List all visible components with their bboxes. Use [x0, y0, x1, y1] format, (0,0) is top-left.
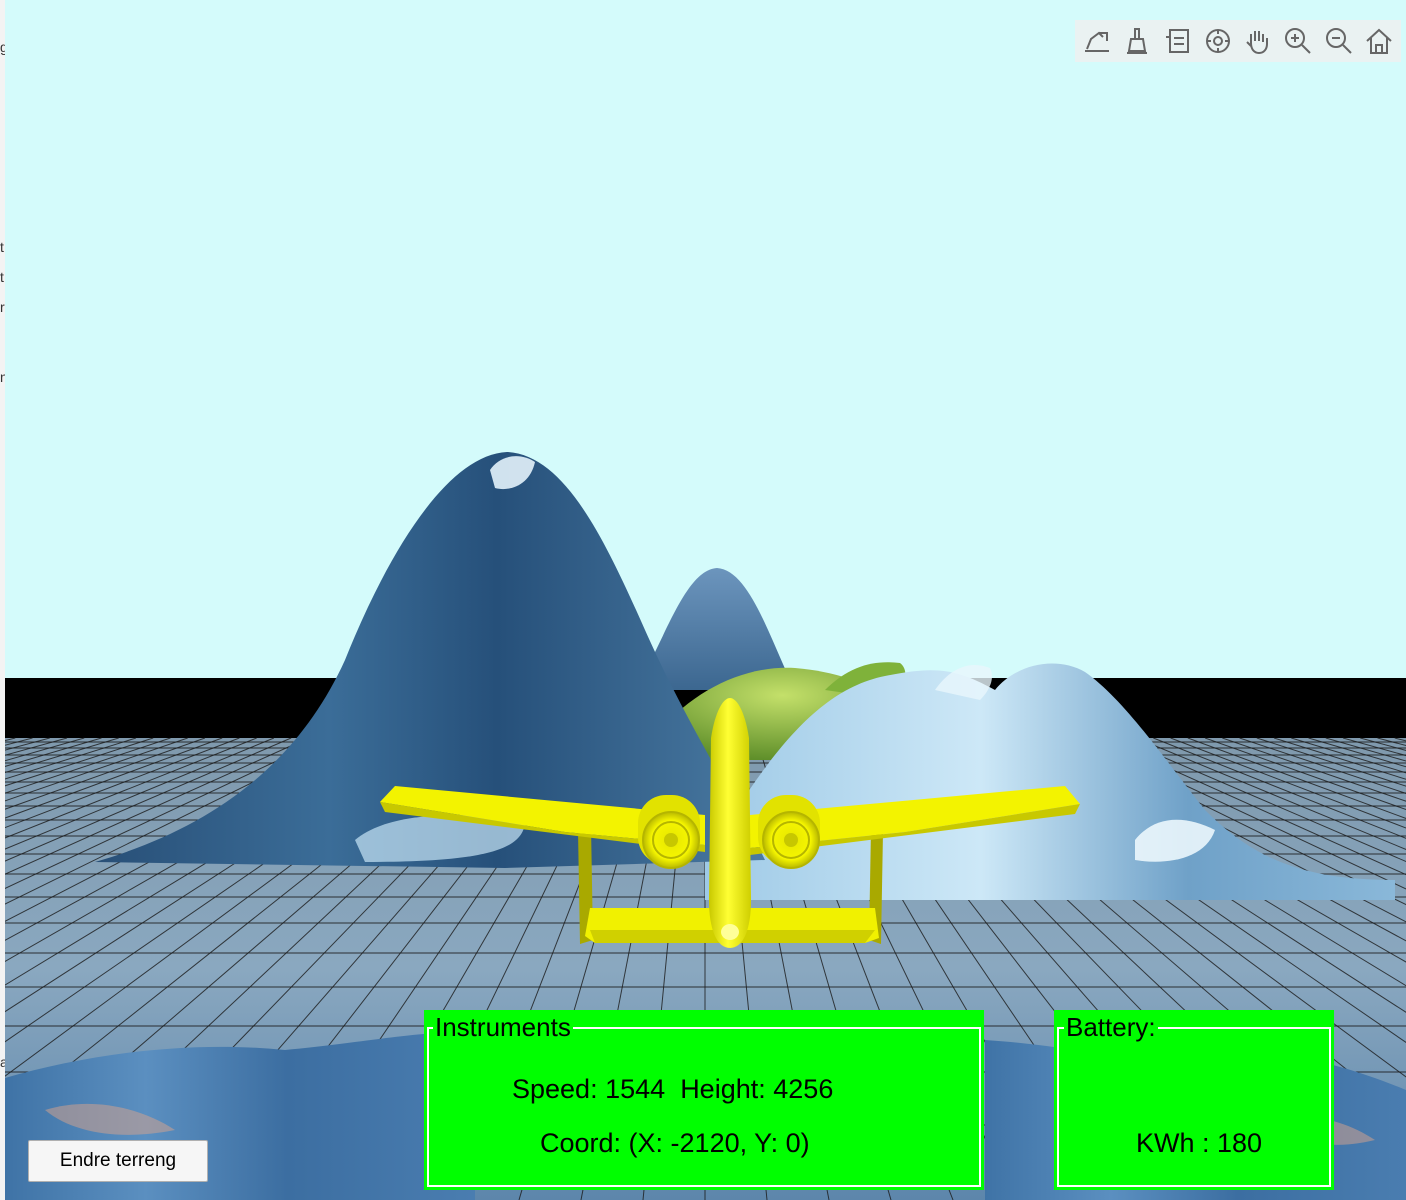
- datatip-icon[interactable]: [1160, 23, 1196, 59]
- rotate-3d-icon[interactable]: [1200, 23, 1236, 59]
- height-value: 4256: [773, 1074, 834, 1104]
- speed-value: 1544: [605, 1074, 666, 1104]
- zoom-out-icon[interactable]: [1321, 23, 1357, 59]
- axes-toolbar: [1075, 20, 1401, 62]
- instruments-panel: Instruments Speed: 1544 Height: 4256 Coo…: [424, 1010, 984, 1190]
- change-terrain-button[interactable]: Endre terreng: [28, 1140, 208, 1182]
- zoom-in-icon[interactable]: [1280, 23, 1316, 59]
- export-icon[interactable]: [1079, 23, 1115, 59]
- height-label: Height:: [680, 1074, 766, 1104]
- brush-icon[interactable]: [1119, 23, 1155, 59]
- home-icon[interactable]: [1361, 23, 1397, 59]
- speed-height-readout: Speed: 1544 Height: 4256: [512, 1073, 833, 1105]
- kwh-readout: KWh : 180: [1136, 1128, 1263, 1158]
- battery-title: Battery:: [1064, 1012, 1158, 1042]
- instruments-title: Instruments: [433, 1012, 573, 1042]
- 3d-flight-viewport[interactable]: Instruments Speed: 1544 Height: 4256 Coo…: [5, 0, 1406, 1200]
- speed-label: Speed:: [512, 1074, 598, 1104]
- battery-panel: Battery: KWh : 180: [1054, 1010, 1334, 1190]
- coord-readout: Coord: (X: -2120, Y: 0): [540, 1128, 810, 1158]
- pan-hand-icon[interactable]: [1240, 23, 1276, 59]
